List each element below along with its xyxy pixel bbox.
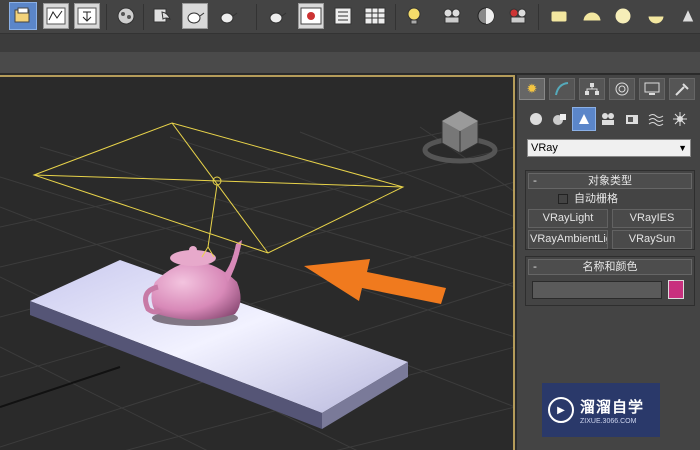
helpers-icon[interactable] — [621, 108, 643, 130]
teapot-light-icon[interactable] — [264, 3, 290, 29]
sphere-light-icon[interactable] — [610, 3, 636, 29]
name-color-title: 名称和颜色 — [582, 260, 638, 273]
material-editor-icon[interactable] — [113, 3, 139, 29]
rect-light-icon[interactable] — [546, 3, 572, 29]
ribbon-strip — [0, 52, 700, 74]
shapes-icon[interactable] — [549, 108, 571, 130]
sphere-icon[interactable] — [473, 3, 499, 29]
light-bulb-icon[interactable] — [403, 3, 429, 29]
curve-editor-icon[interactable] — [43, 3, 69, 29]
teapot — [143, 240, 242, 326]
modify-tab[interactable] — [549, 78, 575, 100]
frame-buffer-icon[interactable] — [298, 3, 324, 29]
systems-icon[interactable] — [669, 108, 691, 130]
collapse-icon: - — [533, 260, 537, 273]
collapse-icon: - — [533, 174, 537, 187]
autogrid-checkbox[interactable] — [558, 194, 568, 204]
teapot-activeshade-icon[interactable] — [215, 3, 241, 29]
name-color-rollout: - 名称和颜色 — [525, 256, 695, 306]
category-dropdown[interactable]: VRay ▼ — [527, 139, 691, 157]
space-warps-icon[interactable] — [645, 108, 667, 130]
perspective-viewport[interactable] — [0, 75, 515, 450]
category-buttons — [525, 107, 695, 131]
autogrid-checkbox-row[interactable]: 自动栅格 — [558, 191, 694, 207]
object-type-header[interactable]: - 对象类型 — [528, 173, 692, 189]
grid-list-icon[interactable] — [362, 3, 388, 29]
watermark-title: 溜溜自学 — [580, 397, 645, 416]
list-icon[interactable] — [330, 3, 356, 29]
display-tab[interactable] — [639, 78, 665, 100]
watermark: ▶ 溜溜自学 ZIXUE.3066.COM — [542, 383, 660, 437]
object-name-field[interactable] — [532, 281, 662, 299]
light-type-buttons: VRayLight VRayIES VRayAmbientLight VRayS… — [528, 209, 692, 251]
teapot-render-icon[interactable] — [182, 3, 208, 29]
chevron-down-icon: ▼ — [678, 143, 687, 153]
film-camera-icon[interactable] — [506, 3, 532, 29]
dome-light-icon[interactable] — [579, 3, 605, 29]
create-tab[interactable]: ✹ — [519, 78, 545, 100]
vraylight-button[interactable]: VRayLight — [528, 209, 608, 228]
panel-tabs: ✹ — [519, 78, 699, 100]
pointer-arrow — [304, 259, 446, 304]
watermark-url: ZIXUE.3066.COM — [580, 417, 637, 425]
autogrid-label: 自动栅格 — [574, 192, 618, 205]
utilities-tab[interactable] — [669, 78, 695, 100]
camera-icon[interactable] — [440, 3, 466, 29]
vray-plane-light — [32, 122, 405, 258]
geometry-icon[interactable] — [525, 108, 547, 130]
vrayambientlight-button[interactable]: VRayAmbientLight — [528, 230, 608, 249]
grid-axis — [0, 366, 121, 408]
render-frame-icon[interactable] — [74, 3, 100, 29]
view-cube — [422, 110, 498, 164]
open-file-icon[interactable] — [9, 2, 37, 30]
scene-canvas — [0, 110, 513, 450]
sun-icon[interactable] — [675, 3, 700, 29]
vraysun-button[interactable]: VRaySun — [612, 230, 692, 249]
toolbar-strip — [0, 34, 700, 52]
dropdown-value: VRay — [531, 142, 558, 154]
cameras-icon[interactable] — [597, 108, 619, 130]
ies-light-icon[interactable] — [643, 3, 669, 29]
motion-tab[interactable] — [609, 78, 635, 100]
play-logo-icon: ▶ — [548, 397, 574, 423]
name-color-header[interactable]: - 名称和颜色 — [528, 259, 692, 275]
object-color-swatch[interactable] — [668, 280, 684, 299]
object-type-title: 对象类型 — [588, 174, 632, 187]
lights-icon[interactable] — [572, 107, 596, 131]
hierarchy-tab[interactable] — [579, 78, 605, 100]
render-setup-icon[interactable] — [150, 3, 176, 29]
main-toolbar — [0, 0, 700, 34]
object-type-rollout: - 对象类型 自动栅格 VRayLight VRayIES VRayAmbien… — [525, 170, 695, 250]
vrayies-button[interactable]: VRayIES — [612, 209, 692, 228]
